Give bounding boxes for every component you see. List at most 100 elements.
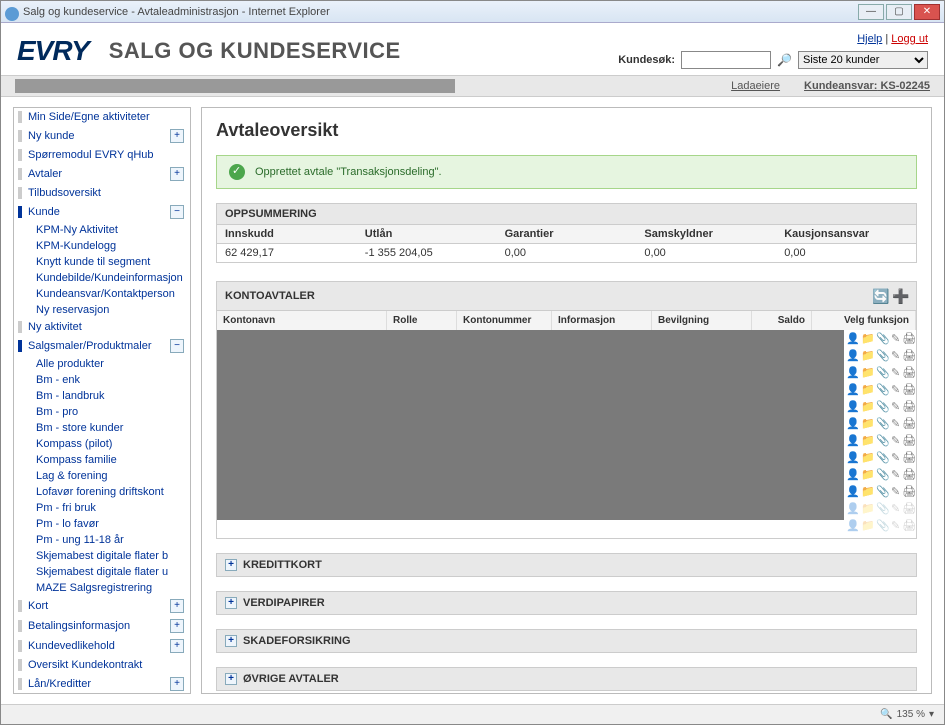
- print-icon[interactable]: 🖨: [902, 469, 915, 482]
- edit-icon[interactable]: ✎: [891, 469, 900, 482]
- sidebar-subitem[interactable]: Bm - enk: [14, 372, 190, 388]
- sidebar-subitem[interactable]: Lag & forening: [14, 468, 190, 484]
- recent-customers-select[interactable]: Siste 20 kunder: [798, 51, 928, 69]
- expand-icon[interactable]: +: [170, 599, 184, 613]
- attach-icon[interactable]: 📎: [876, 401, 889, 414]
- collapse-icon[interactable]: −: [170, 339, 184, 353]
- edit-icon[interactable]: ✎: [891, 350, 900, 363]
- logout-link[interactable]: Logg ut: [891, 33, 928, 45]
- folder-icon[interactable]: 📁: [861, 452, 874, 465]
- sidebar-item[interactable]: Oversikt Kundekontrakt: [14, 656, 190, 674]
- user-icon[interactable]: 👤: [846, 486, 859, 499]
- user-icon[interactable]: 👤: [846, 469, 859, 482]
- print-icon[interactable]: 🖨: [902, 418, 915, 431]
- expand-icon[interactable]: +: [170, 677, 184, 691]
- user-icon[interactable]: 👤: [846, 333, 859, 346]
- sidebar-item[interactable]: Kort+: [14, 596, 190, 616]
- sidebar-subitem[interactable]: MAZE Salgsregistrering: [14, 580, 190, 596]
- edit-icon[interactable]: ✎: [891, 486, 900, 499]
- edit-icon[interactable]: ✎: [891, 401, 900, 414]
- user-icon[interactable]: 👤: [846, 435, 859, 448]
- sidebar-subitem[interactable]: Bm - store kunder: [14, 420, 190, 436]
- expand-icon[interactable]: +: [170, 167, 184, 181]
- sidebar-subitem[interactable]: Pm - fri bruk: [14, 500, 190, 516]
- folder-icon[interactable]: 📁: [861, 435, 874, 448]
- folder-icon[interactable]: 📁: [861, 333, 874, 346]
- sidebar-item[interactable]: Ny aktivitet: [14, 318, 190, 336]
- attach-icon[interactable]: 📎: [876, 435, 889, 448]
- sidebar-item[interactable]: Tilbudsoversikt: [14, 184, 190, 202]
- sidebar-subitem[interactable]: Knytt kunde til segment: [14, 254, 190, 270]
- collapsible-section[interactable]: +SKADEFORSIKRING: [216, 629, 917, 653]
- sidebar-item[interactable]: Ny kunde+: [14, 126, 190, 146]
- sidebar-subitem[interactable]: Bm - pro: [14, 404, 190, 420]
- expand-icon[interactable]: +: [170, 619, 184, 633]
- sidebar-subitem[interactable]: Bm - landbruk: [14, 388, 190, 404]
- expand-icon[interactable]: +: [170, 639, 184, 653]
- search-icon[interactable]: 🔎: [777, 53, 792, 67]
- user-icon[interactable]: 👤: [846, 418, 859, 431]
- sidebar-item[interactable]: Kunde−: [14, 202, 190, 222]
- sidebar-subitem[interactable]: KPM-Ny Aktivitet: [14, 222, 190, 238]
- refresh-icon[interactable]: 🔄: [872, 288, 888, 304]
- attach-icon[interactable]: 📎: [876, 452, 889, 465]
- print-icon[interactable]: 🖨: [902, 384, 915, 397]
- sidebar-subitem[interactable]: Lofavør forening driftskont: [14, 484, 190, 500]
- print-icon[interactable]: 🖨: [902, 452, 915, 465]
- user-icon[interactable]: 👤: [846, 452, 859, 465]
- folder-icon[interactable]: 📁: [861, 367, 874, 380]
- sidebar-subitem[interactable]: Kompass (pilot): [14, 436, 190, 452]
- collapse-icon[interactable]: −: [170, 205, 184, 219]
- zoom-dropdown-icon[interactable]: ▾: [929, 709, 934, 720]
- edit-icon[interactable]: ✎: [891, 333, 900, 346]
- help-link[interactable]: Hjelp: [857, 33, 882, 45]
- edit-icon[interactable]: ✎: [891, 384, 900, 397]
- edit-icon[interactable]: ✎: [891, 418, 900, 431]
- expand-icon[interactable]: +: [225, 635, 237, 647]
- sidebar-item[interactable]: Betalingsinformasjon+: [14, 616, 190, 636]
- print-icon[interactable]: 🖨: [902, 367, 915, 380]
- attach-icon[interactable]: 📎: [876, 469, 889, 482]
- zoom-icon[interactable]: 🔍: [880, 709, 892, 720]
- folder-icon[interactable]: 📁: [861, 486, 874, 499]
- sidebar-subitem[interactable]: Skjemabest digitale flater u: [14, 564, 190, 580]
- expand-icon[interactable]: +: [170, 129, 184, 143]
- sidebar-item[interactable]: Avtaler+: [14, 164, 190, 184]
- sidebar-subitem[interactable]: Pm - lo favør: [14, 516, 190, 532]
- sidebar-subitem[interactable]: Kundebilde/Kundeinformasjon: [14, 270, 190, 286]
- sidebar-subitem[interactable]: Ny reservasjon: [14, 302, 190, 318]
- print-icon[interactable]: 🖨: [902, 350, 915, 363]
- folder-icon[interactable]: 📁: [861, 384, 874, 397]
- attach-icon[interactable]: 📎: [876, 333, 889, 346]
- expand-icon[interactable]: +: [225, 559, 237, 571]
- sidebar-subitem[interactable]: KPM-Kundelogg: [14, 238, 190, 254]
- minimize-button[interactable]: —: [858, 4, 884, 20]
- user-icon[interactable]: 👤: [846, 350, 859, 363]
- edit-icon[interactable]: ✎: [891, 435, 900, 448]
- attach-icon[interactable]: 📎: [876, 384, 889, 397]
- edit-icon[interactable]: ✎: [891, 367, 900, 380]
- sidebar-subitem[interactable]: Pm - ung 11-18 år: [14, 532, 190, 548]
- collapsible-section[interactable]: +ØVRIGE AVTALER: [216, 667, 917, 691]
- user-icon[interactable]: 👤: [846, 401, 859, 414]
- attach-icon[interactable]: 📎: [876, 367, 889, 380]
- ladaeiere-link[interactable]: Ladaeiere: [731, 80, 780, 92]
- print-icon[interactable]: 🖨: [902, 486, 915, 499]
- collapsible-section[interactable]: +VERDIPAPIRER: [216, 591, 917, 615]
- attach-icon[interactable]: 📎: [876, 486, 889, 499]
- attach-icon[interactable]: 📎: [876, 350, 889, 363]
- sidebar-subitem[interactable]: Kundeansvar/Kontaktperson: [14, 286, 190, 302]
- close-button[interactable]: ✕: [914, 4, 940, 20]
- sidebar-item[interactable]: Spørremodul EVRY qHub: [14, 146, 190, 164]
- print-icon[interactable]: 🖨: [902, 333, 915, 346]
- print-icon[interactable]: 🖨: [902, 435, 915, 448]
- maximize-button[interactable]: ▢: [886, 4, 912, 20]
- folder-icon[interactable]: 📁: [861, 401, 874, 414]
- add-icon[interactable]: ➕: [892, 288, 908, 304]
- expand-icon[interactable]: +: [225, 597, 237, 609]
- sidebar-subitem[interactable]: Alle produkter: [14, 356, 190, 372]
- folder-icon[interactable]: 📁: [861, 418, 874, 431]
- sidebar-item[interactable]: Salgsmaler/Produktmaler−: [14, 336, 190, 356]
- expand-icon[interactable]: +: [225, 673, 237, 685]
- print-icon[interactable]: 🖨: [902, 401, 915, 414]
